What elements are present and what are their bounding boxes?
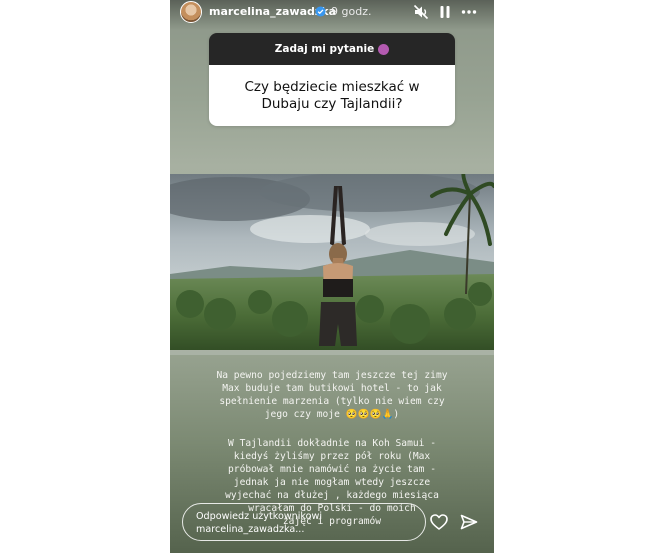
heart-icon[interactable] [429, 512, 449, 532]
smile-emoji-icon [378, 43, 390, 55]
question-text: Czy będziecie mieszkać w Dubaju czy Tajl… [209, 65, 455, 126]
reply-input[interactable]: Odpowiedz użytkownikowi marcelina_zawadz… [182, 503, 426, 541]
reply-placeholder: Odpowiedz użytkownikowi marcelina_zawadz… [196, 511, 323, 535]
question-sticker[interactable]: Zadaj mi pytanie Czy będziecie mieszkać … [209, 33, 455, 126]
story-header: marcelina_zawadzka 9 godz. [170, 0, 494, 26]
more-icon[interactable] [460, 3, 478, 21]
verified-icon [315, 6, 326, 17]
question-sticker-header: Zadaj mi pytanie [209, 33, 455, 65]
pause-icon[interactable] [436, 3, 454, 21]
mute-icon[interactable] [412, 3, 430, 21]
story-caption-1: Na pewno pojedziemy tam jeszcze tej zimy… [216, 370, 448, 420]
post-time: 9 godz. [331, 5, 372, 18]
avatar[interactable] [180, 1, 202, 23]
send-icon[interactable] [459, 512, 479, 532]
yoga-photo [170, 174, 494, 355]
story-viewer[interactable]: marcelina_zawadzka 9 godz. Zadaj mi pyta… [170, 0, 494, 553]
question-sticker-title: Zadaj mi pytanie [274, 43, 375, 55]
